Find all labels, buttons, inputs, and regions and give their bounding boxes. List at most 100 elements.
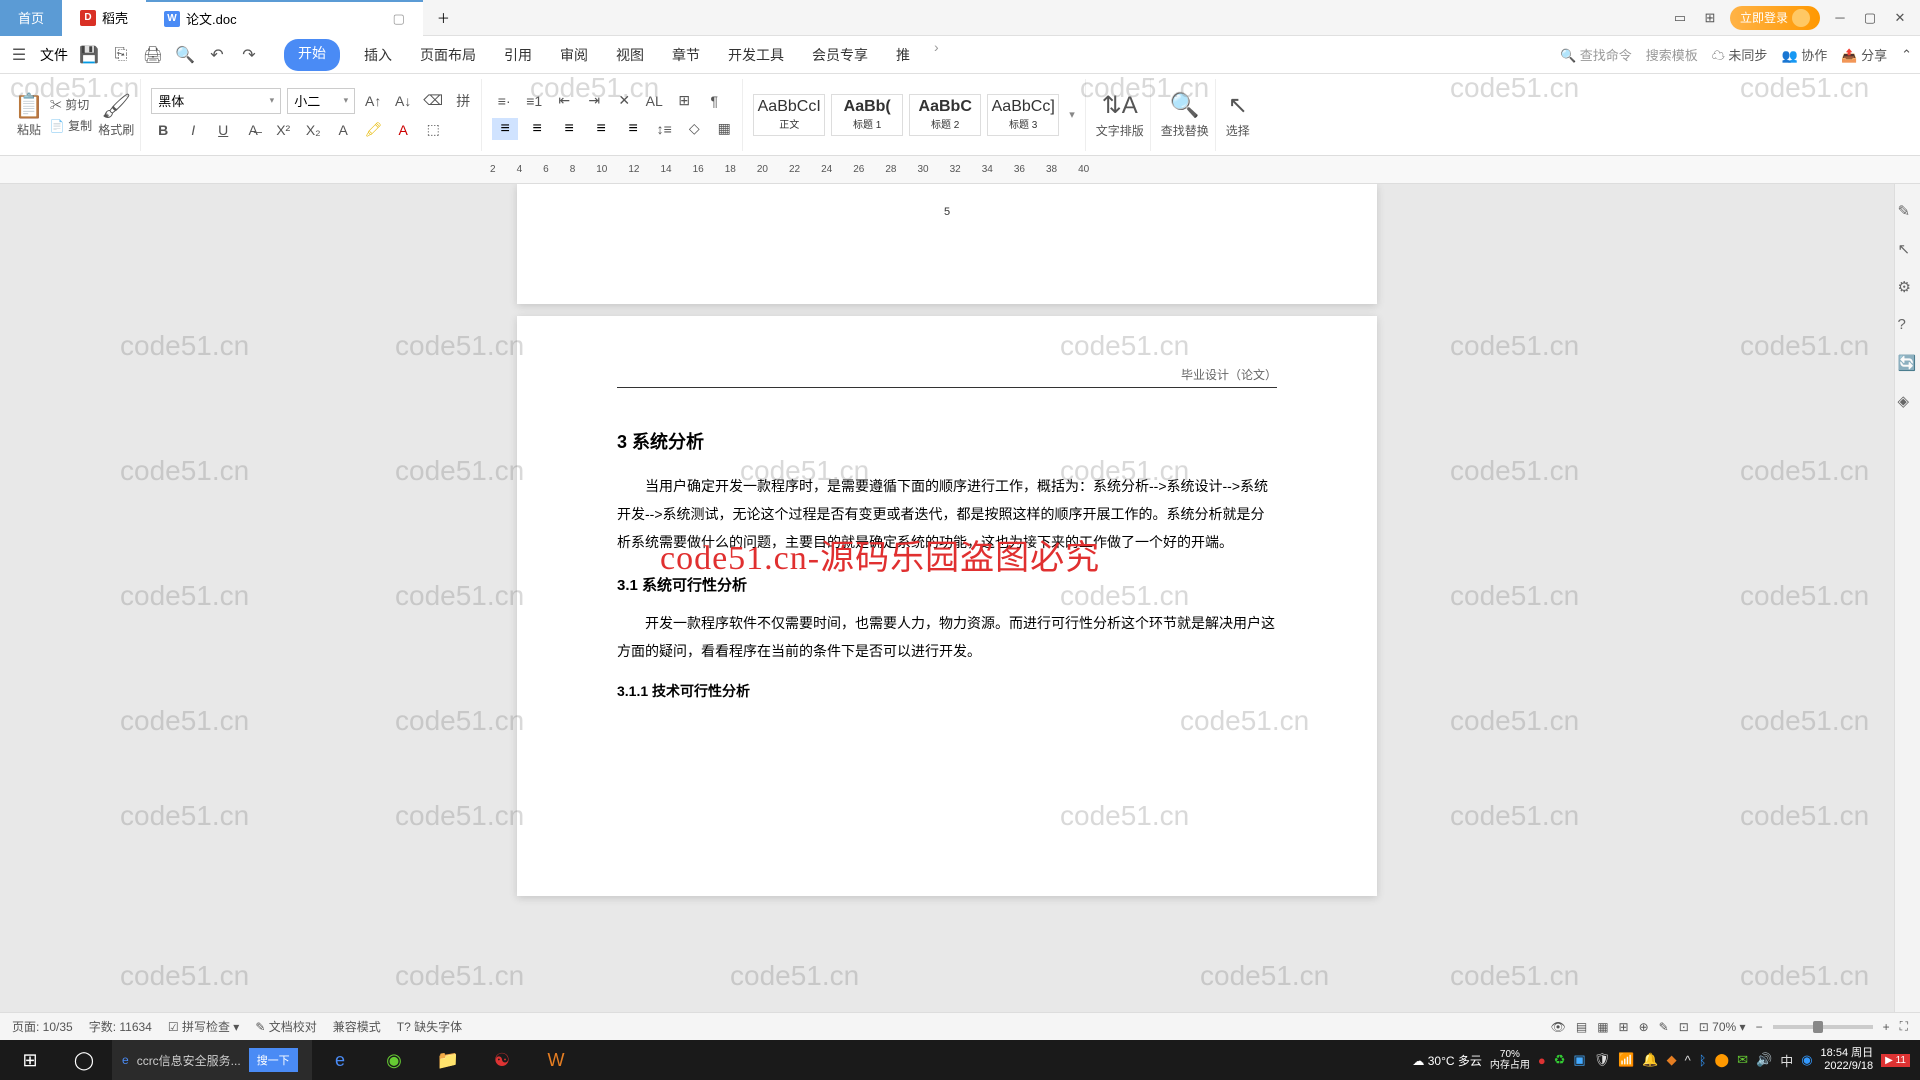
- subscript-button[interactable]: X₂: [301, 118, 325, 142]
- highlight-button[interactable]: 🖍: [361, 118, 385, 142]
- align-distribute-button[interactable]: ≡: [620, 118, 646, 140]
- tray-icon[interactable]: ◆: [1667, 1052, 1677, 1068]
- numbering-button[interactable]: ≡1: [522, 89, 546, 113]
- save-icon[interactable]: 💾: [78, 44, 100, 66]
- missing-font[interactable]: T? 缺失字体: [397, 1018, 462, 1035]
- fullscreen-icon[interactable]: ⛶: [1900, 1019, 1908, 1034]
- share-button[interactable]: 📤 分享: [1841, 45, 1887, 64]
- menutab-review[interactable]: 审阅: [556, 39, 592, 71]
- borders-button[interactable]: ▦: [712, 117, 736, 141]
- search-template[interactable]: 搜索模板: [1646, 45, 1698, 64]
- maximize-button[interactable]: ▢: [1860, 8, 1880, 28]
- style-normal[interactable]: AaBbCcI正文: [753, 94, 825, 136]
- styles-expand-icon[interactable]: ▾: [1065, 108, 1079, 121]
- menutab-insert[interactable]: 插入: [360, 39, 396, 71]
- proofread-button[interactable]: ✎ 文档校对: [255, 1018, 316, 1035]
- menutab-references[interactable]: 引用: [500, 39, 536, 71]
- tab-document[interactable]: W论文.doc ▢: [146, 0, 423, 36]
- zoom-slider[interactable]: [1773, 1025, 1873, 1029]
- char-border-button[interactable]: ⬚: [421, 118, 445, 142]
- zoom-value[interactable]: ⊡ 70% ▾: [1699, 1020, 1746, 1034]
- undo-icon[interactable]: ↶: [206, 44, 228, 66]
- border-button[interactable]: ⊞: [672, 89, 696, 113]
- pencil-icon[interactable]: ✎: [1898, 202, 1918, 222]
- taskbar-search[interactable]: e ccrc信息安全服务...: [112, 1040, 312, 1080]
- clear-format-button[interactable]: ⌫: [421, 89, 445, 113]
- explorer-icon[interactable]: 📁: [422, 1040, 474, 1080]
- bell-icon[interactable]: 🔔: [1642, 1052, 1658, 1068]
- align-center-button[interactable]: ≡: [524, 118, 550, 140]
- print-icon[interactable]: 🖨: [142, 44, 164, 66]
- paste-icon[interactable]: 📋: [14, 92, 44, 121]
- bluetooth-icon[interactable]: ᛒ: [1699, 1053, 1707, 1068]
- align-left-button[interactable]: ≡: [492, 118, 518, 140]
- help-icon[interactable]: ?: [1898, 316, 1918, 336]
- style-h2[interactable]: AaBbC标题 2: [909, 94, 981, 136]
- collapse-ribbon-icon[interactable]: ⌃: [1901, 47, 1912, 63]
- tab-menu-icon[interactable]: ▢: [393, 11, 405, 27]
- menutab-chapter[interactable]: 章节: [668, 39, 704, 71]
- outdent-button[interactable]: ⇤: [552, 89, 576, 113]
- menutab-devtools[interactable]: 开发工具: [724, 39, 788, 71]
- read-view-icon[interactable]: ▤: [1576, 1020, 1587, 1034]
- menu-hamburger-icon[interactable]: ☰: [8, 44, 30, 66]
- preview-icon[interactable]: 🔍: [174, 44, 196, 66]
- cut-button[interactable]: ✂ 剪切: [50, 96, 92, 113]
- search-go-button[interactable]: [249, 1048, 298, 1072]
- ruler[interactable]: 2 4 6 8 10 12 14 16 18 20 22 24 26 28 30…: [0, 156, 1920, 184]
- menutab-view[interactable]: 视图: [612, 39, 648, 71]
- para-mark-button[interactable]: ¶: [702, 89, 726, 113]
- text-layout-icon[interactable]: ⇅A: [1102, 91, 1138, 120]
- zoom-fit-icon[interactable]: ⊡: [1679, 1020, 1689, 1034]
- italic-button[interactable]: I: [181, 118, 205, 142]
- style-h1[interactable]: AaBb(标题 1: [831, 94, 903, 136]
- translate-icon[interactable]: 🔄: [1898, 354, 1918, 374]
- menutab-start[interactable]: 开始: [284, 39, 340, 71]
- mem-widget[interactable]: 70%内存占用: [1490, 1049, 1530, 1071]
- document-area[interactable]: 5 毕业设计（论文） 3 系统分析 当用户确定开发一款程序时，是需要遵循下面的顺…: [0, 184, 1894, 1028]
- search-command[interactable]: 🔍 查找命令: [1560, 45, 1632, 64]
- chevron-right-icon[interactable]: ›: [934, 39, 939, 71]
- menutab-pagelayout[interactable]: 页面布局: [416, 39, 480, 71]
- align-right-button[interactable]: ≡: [556, 118, 582, 140]
- export-icon[interactable]: ⎘: [110, 44, 132, 66]
- font-name-select[interactable]: 黑体▾: [151, 88, 281, 114]
- shield-icon[interactable]: 🛡: [1594, 1052, 1611, 1068]
- tab-button[interactable]: AL: [642, 89, 666, 113]
- indent-button[interactable]: ⇥: [582, 89, 606, 113]
- tab-add[interactable]: ＋: [423, 0, 464, 36]
- ime-icon[interactable]: 中: [1780, 1051, 1793, 1070]
- tray-icon[interactable]: ♻: [1554, 1052, 1566, 1068]
- wifi-icon[interactable]: 📶: [1618, 1052, 1634, 1068]
- weather-widget[interactable]: ☁ 30°C 多云: [1412, 1052, 1482, 1069]
- ie-app-icon[interactable]: e: [314, 1040, 366, 1080]
- bold-button[interactable]: B: [151, 118, 175, 142]
- redo-icon[interactable]: ↷: [238, 44, 260, 66]
- tab-doke[interactable]: D稻壳: [62, 0, 146, 36]
- tab-home[interactable]: 首页: [0, 0, 62, 36]
- wechat-icon[interactable]: ✉: [1737, 1052, 1748, 1068]
- menutab-vip[interactable]: 会员专享: [808, 39, 872, 71]
- file-menu[interactable]: 文件: [40, 45, 68, 65]
- font-color-button[interactable]: A: [391, 118, 415, 142]
- phonetic-button[interactable]: 拼: [451, 89, 475, 113]
- zoom-out-button[interactable]: −: [1756, 1020, 1763, 1034]
- close-button[interactable]: ✕: [1890, 8, 1910, 28]
- copy-button[interactable]: 📄 复制: [50, 117, 92, 134]
- cursor-icon[interactable]: ↖: [1898, 240, 1918, 260]
- text-effect-button[interactable]: A: [331, 118, 355, 142]
- line-spacing-button[interactable]: ↕≡: [652, 117, 676, 141]
- shading-button[interactable]: ◇: [682, 117, 706, 141]
- find-icon[interactable]: 🔍: [1170, 91, 1200, 120]
- sync-status[interactable]: ☁ 未同步: [1712, 45, 1768, 64]
- shrink-font-button[interactable]: A↓: [391, 89, 415, 113]
- word-count[interactable]: 字数: 11634: [89, 1018, 152, 1035]
- tray-icon[interactable]: ●: [1538, 1053, 1546, 1068]
- page-view-icon[interactable]: ▦: [1597, 1020, 1608, 1034]
- underline-button[interactable]: U: [211, 118, 235, 142]
- format-painter-icon[interactable]: 🖌: [101, 92, 131, 121]
- snap-button[interactable]: ✕: [612, 89, 636, 113]
- spellcheck-button[interactable]: ☑ 拼写检查 ▾: [168, 1018, 239, 1035]
- notification-badge[interactable]: ▶ 11: [1881, 1054, 1910, 1067]
- clock[interactable]: 18:54 周日 2022/9/18: [1821, 1047, 1874, 1073]
